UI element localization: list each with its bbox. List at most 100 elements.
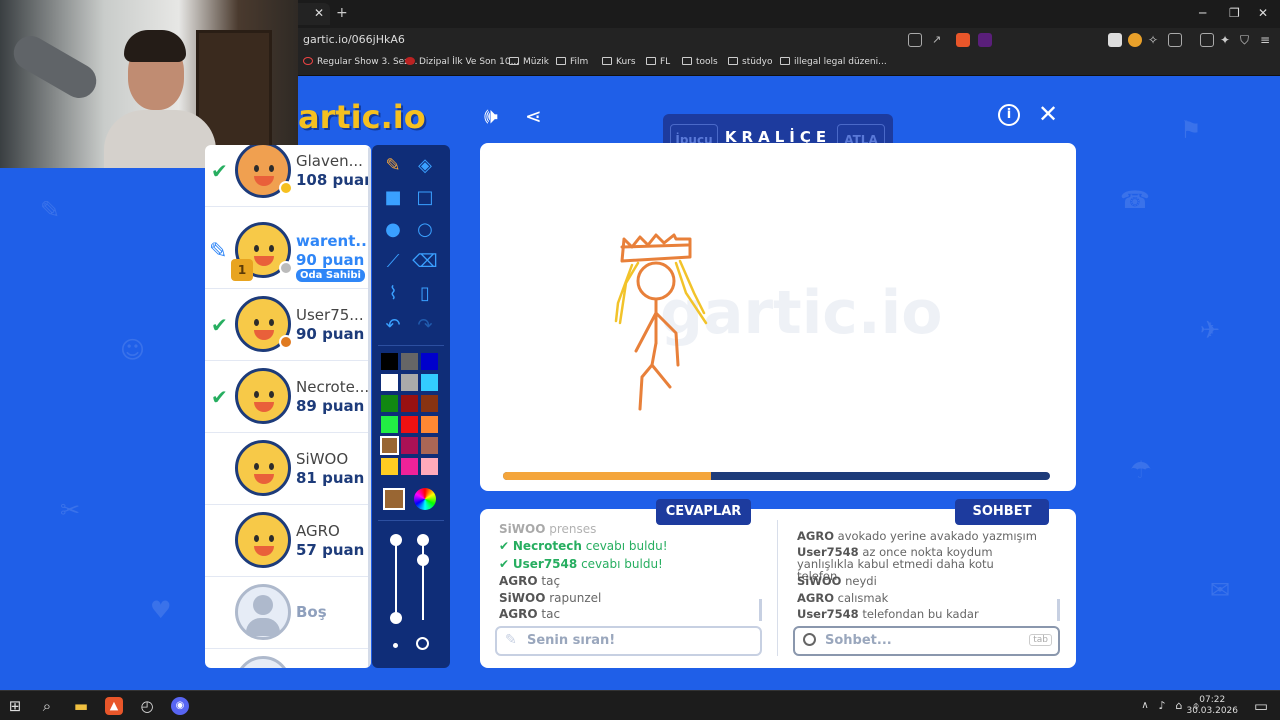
url-text[interactable]: gartic.io/066jHkA6 bbox=[303, 33, 405, 46]
info-icon[interactable]: i bbox=[998, 104, 1020, 126]
bookmark-folder[interactable]: Müzik bbox=[509, 57, 549, 67]
empty-avatar-icon bbox=[235, 584, 291, 640]
vpn-icon[interactable]: ⛉ bbox=[1240, 33, 1254, 47]
color-wheel-icon[interactable] bbox=[414, 488, 436, 510]
slider-knob[interactable] bbox=[390, 612, 402, 624]
color-swatch[interactable] bbox=[421, 395, 438, 412]
bookmark-item[interactable]: Regular Show 3. Sez... bbox=[303, 57, 418, 67]
network-icon[interactable]: ⌂ bbox=[1170, 697, 1188, 715]
player-score: 89 puan bbox=[296, 397, 365, 415]
tray-chevron-icon[interactable]: ∧ bbox=[1136, 697, 1154, 715]
bookmark-folder[interactable]: Film bbox=[556, 57, 588, 67]
opacity-slider[interactable] bbox=[422, 540, 424, 620]
answers-scrollbar[interactable] bbox=[759, 599, 762, 621]
color-swatch[interactable] bbox=[421, 437, 438, 454]
undo-icon[interactable]: ↶ bbox=[380, 313, 406, 339]
answer-message: SiWOO rapunzel bbox=[499, 591, 602, 605]
leo-ai-icon[interactable]: ✦ bbox=[1220, 33, 1234, 47]
bookmark-folder[interactable]: illegal legal düzeni... bbox=[780, 57, 887, 67]
brave-browser-icon[interactable]: ▲ bbox=[105, 697, 123, 715]
cookie-extension-icon[interactable] bbox=[1128, 33, 1142, 47]
filled-circle-icon[interactable]: ● bbox=[380, 217, 406, 243]
rectangle-outline-icon[interactable]: □ bbox=[412, 185, 438, 211]
answer-message: ✔ Necrotech cevabı buldu! bbox=[499, 539, 668, 553]
menu-icon[interactable]: ≡ bbox=[1260, 33, 1274, 47]
color-swatch[interactable] bbox=[381, 353, 398, 370]
players-scrollbar[interactable] bbox=[368, 147, 371, 668]
exit-icon[interactable]: ✕ bbox=[1038, 100, 1058, 128]
puzzle-icon[interactable]: ✧ bbox=[1148, 33, 1162, 47]
answer-input-box[interactable]: ✎ bbox=[495, 626, 762, 656]
eraser-icon[interactable]: ⌫ bbox=[412, 249, 438, 275]
answers-title: CEVAPLAR bbox=[656, 499, 751, 525]
chat-scrollbar[interactable] bbox=[1057, 599, 1060, 621]
slider-knob[interactable] bbox=[390, 534, 402, 546]
color-swatch[interactable] bbox=[421, 374, 438, 391]
new-tab-icon[interactable]: + bbox=[336, 5, 348, 21]
chat-input-box[interactable]: tab bbox=[793, 626, 1060, 656]
bookmark-folder[interactable]: tools bbox=[682, 57, 718, 67]
slider-knob[interactable] bbox=[417, 554, 429, 566]
blank-page-icon[interactable]: ▯ bbox=[412, 281, 438, 307]
color-swatch[interactable] bbox=[401, 353, 418, 370]
notifications-icon[interactable]: ▭ bbox=[1252, 697, 1270, 715]
tab-search-icon[interactable] bbox=[1168, 33, 1182, 47]
brave-rewards-icon[interactable] bbox=[978, 33, 992, 47]
color-swatch[interactable] bbox=[401, 374, 418, 391]
extension-icon[interactable] bbox=[1108, 33, 1122, 47]
player-score: 57 puan bbox=[296, 541, 365, 559]
color-swatch[interactable] bbox=[401, 416, 418, 433]
color-swatch[interactable] bbox=[381, 458, 398, 475]
fill-bucket-icon[interactable]: ◈ bbox=[412, 153, 438, 179]
minimize-icon[interactable]: ─ bbox=[1199, 6, 1206, 20]
screen-icon[interactable] bbox=[908, 33, 922, 47]
brush-size-slider[interactable] bbox=[395, 540, 397, 620]
answer-input[interactable] bbox=[527, 633, 727, 648]
player-row: AGRO 57 puan bbox=[205, 505, 371, 577]
brave-shield-icon[interactable] bbox=[956, 33, 970, 47]
speaker-tray-icon[interactable]: ♪ bbox=[1153, 697, 1171, 715]
share-icon[interactable]: ⋖ bbox=[525, 104, 542, 128]
chat-input[interactable] bbox=[825, 633, 1025, 648]
search-icon[interactable]: ⌕ bbox=[38, 697, 56, 715]
line-tool-icon[interactable]: ⟋ bbox=[380, 249, 406, 275]
eyedropper-icon[interactable]: ⌇ bbox=[380, 281, 406, 307]
progress-fill bbox=[503, 472, 711, 480]
guessed-check-icon: ✔ bbox=[211, 313, 228, 337]
color-swatch[interactable] bbox=[401, 458, 418, 475]
restore-icon[interactable]: ❐ bbox=[1229, 6, 1240, 20]
color-swatch[interactable] bbox=[381, 395, 398, 412]
color-swatch[interactable] bbox=[380, 436, 399, 455]
players-list: ✔ Glaven... 108 puan ✎ 1 warent... 90 pu… bbox=[205, 145, 371, 668]
bookmark-folder[interactable]: FL bbox=[646, 57, 670, 67]
player-score: 90 puan bbox=[296, 325, 365, 343]
player-name: Glaven... bbox=[296, 152, 363, 170]
discord-icon[interactable]: ◉ bbox=[171, 697, 189, 715]
color-swatch[interactable] bbox=[421, 458, 438, 475]
pencil-tool-icon[interactable]: ✎ bbox=[380, 153, 406, 179]
clock-app-icon[interactable]: ◴ bbox=[138, 697, 156, 715]
bookmark-folder[interactable]: stüdyo bbox=[728, 57, 772, 67]
bookmark-folder[interactable]: Kurs bbox=[602, 57, 636, 67]
close-tab-icon[interactable]: ✕ bbox=[314, 6, 324, 20]
drawing-canvas[interactable]: gartic.io bbox=[480, 143, 1076, 491]
color-swatch[interactable] bbox=[381, 416, 398, 433]
slider-knob[interactable] bbox=[417, 534, 429, 546]
filled-rectangle-icon[interactable]: ■ bbox=[380, 185, 406, 211]
color-swatch[interactable] bbox=[401, 395, 418, 412]
system-clock[interactable]: 07:22 30.03.2026 bbox=[1186, 695, 1238, 717]
close-window-icon[interactable]: ✕ bbox=[1258, 6, 1268, 20]
large-dot-icon bbox=[416, 637, 429, 650]
sidebar-icon[interactable] bbox=[1200, 33, 1214, 47]
sound-icon[interactable]: 🕪 bbox=[484, 104, 498, 129]
redo-icon[interactable]: ↷ bbox=[412, 313, 438, 339]
circle-outline-icon[interactable]: ○ bbox=[412, 217, 438, 243]
color-swatch[interactable] bbox=[381, 374, 398, 391]
bookmark-item[interactable]: Dizipal İlk Ve Son 10... bbox=[405, 57, 519, 67]
share-page-icon[interactable]: ↗ bbox=[932, 33, 946, 47]
file-explorer-icon[interactable]: ▬ bbox=[72, 697, 90, 715]
color-swatch[interactable] bbox=[401, 437, 418, 454]
color-swatch[interactable] bbox=[421, 353, 438, 370]
color-swatch[interactable] bbox=[421, 416, 438, 433]
windows-start-icon[interactable]: ⊞ bbox=[6, 697, 24, 715]
